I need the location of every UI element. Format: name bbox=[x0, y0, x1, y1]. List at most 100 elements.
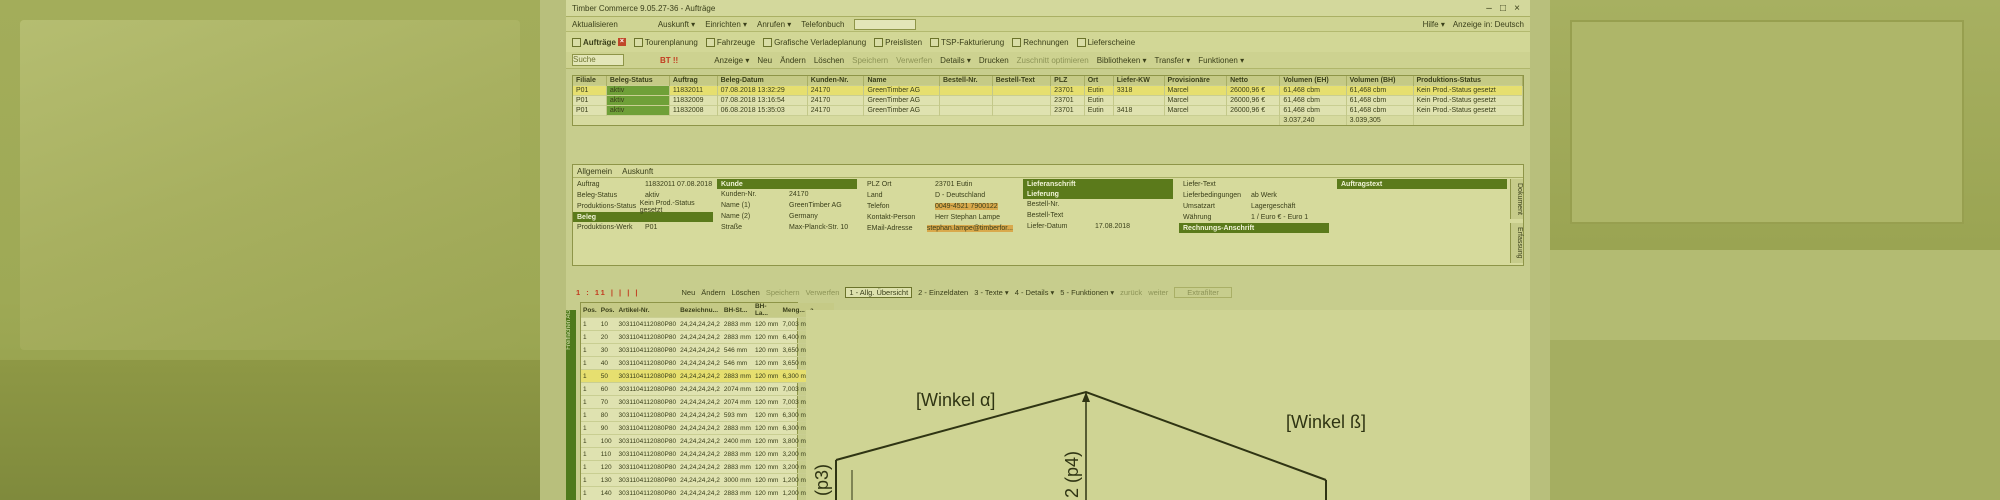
field-value[interactable]: Lagergeschäft bbox=[1251, 203, 1295, 210]
tab-rechnungen[interactable]: Rechnungen bbox=[1012, 37, 1069, 47]
positions-row[interactable]: 1 50 3031104112080P80 24,24,24,24,2 2883 mm 1… bbox=[581, 369, 834, 383]
tab-auftraege[interactable]: Aufträge × bbox=[572, 37, 626, 47]
toolbar-details[interactable]: Details ▾ bbox=[940, 56, 971, 65]
field-value[interactable]: Max-Planck-Str. 10 bbox=[789, 224, 848, 231]
positions-row[interactable]: 1 20 3031104112080P80 24,24,24,24,2 2883 mm 1… bbox=[581, 330, 834, 344]
field-value[interactable]: ab Werk bbox=[1251, 192, 1277, 199]
positions-row[interactable]: 1 80 3031104112080P80 24,24,24,24,2 593 mm 12… bbox=[581, 408, 834, 422]
toolbar-neu[interactable]: Neu bbox=[757, 56, 772, 65]
extra-filter-select[interactable]: Extrafilter bbox=[1174, 286, 1232, 298]
lieferanschrift-header[interactable]: Lieferanschrift bbox=[1023, 179, 1173, 189]
pos-tab-einzeldaten[interactable]: 2 - Einzeldaten bbox=[918, 288, 968, 297]
positions-row[interactable]: 1 140 3031104112080P80 24,24,24,24,2 2883 mm… bbox=[581, 486, 834, 499]
positions-col-header[interactable]: BH-La... bbox=[752, 303, 781, 318]
display-language-select[interactable]: Anzeige in: Deutsch bbox=[1453, 20, 1524, 29]
side-tab-dokument[interactable]: Dokument bbox=[1510, 179, 1523, 219]
tab-auskunft[interactable]: Auskunft bbox=[622, 167, 653, 176]
positions-row[interactable]: 1 110 3031104112080P80 24,24,24,24,2 2883 mm… bbox=[581, 447, 834, 461]
toolbar-funktionen[interactable]: Funktionen ▾ bbox=[1198, 56, 1244, 65]
toolbar-zuschnitt[interactable]: Zuschnitt optimieren bbox=[1017, 56, 1089, 65]
beleg-group-header[interactable]: Beleg bbox=[573, 212, 713, 222]
toolbar-speichern[interactable]: Speichern bbox=[852, 56, 888, 65]
field-value[interactable]: stephan.lampe@timberfor... bbox=[926, 225, 1013, 232]
menu-item-telefonbuch[interactable]: Telefonbuch bbox=[801, 20, 844, 29]
field-value[interactable]: 0049-4521 7900122 bbox=[935, 203, 998, 210]
positions-col-header[interactable]: Pos. bbox=[581, 303, 599, 318]
pos-forward-button[interactable]: weiter bbox=[1148, 288, 1168, 297]
help-menu[interactable]: Hilfe ▾ bbox=[1423, 20, 1445, 29]
pos-speichern[interactable]: Speichern bbox=[766, 288, 800, 297]
positions-col-header[interactable]: Pos. bbox=[598, 303, 617, 318]
field-value[interactable]: 24170 bbox=[789, 191, 808, 198]
field-value[interactable]: aktiv bbox=[645, 192, 659, 199]
positions-row[interactable]: 1 60 3031104112080P80 24,24,24,24,2 2074 mm 1… bbox=[581, 382, 834, 396]
toolbar-bibliotheken[interactable]: Bibliotheken ▾ bbox=[1097, 56, 1147, 65]
field-value[interactable]: 1 / Euro € - Euro 1 bbox=[1251, 214, 1308, 221]
field-value[interactable]: P01 bbox=[645, 224, 657, 231]
kunde-group-header[interactable]: Kunde bbox=[717, 179, 857, 189]
field-value[interactable]: 17.08.2018 bbox=[1095, 223, 1130, 230]
side-tab-erfassung[interactable]: Erfassung bbox=[1510, 223, 1523, 263]
menu-item-auskunft[interactable]: Auskunft ▾ bbox=[658, 20, 695, 29]
tab-tourenplanung[interactable]: Tourenplanung bbox=[633, 37, 698, 47]
auftragstext-header[interactable]: Auftragstext bbox=[1337, 179, 1507, 189]
orders-col-header[interactable]: Kunden-Nr. bbox=[807, 76, 865, 86]
pos-aendern[interactable]: Ändern bbox=[701, 288, 725, 297]
orders-row[interactable]: P01 aktiv 11832009 07.08.2018 13:16:54 24170… bbox=[573, 95, 1523, 106]
orders-col-header[interactable]: Bestell-Nr. bbox=[939, 76, 993, 86]
positions-col-header[interactable]: Bezeichnu... bbox=[678, 303, 722, 318]
pos-neu[interactable]: Neu bbox=[682, 288, 696, 297]
toolbar-transfer[interactable]: Transfer ▾ bbox=[1155, 56, 1191, 65]
lieferung-header[interactable]: Lieferung bbox=[1023, 189, 1173, 199]
close-button[interactable]: × bbox=[1510, 3, 1524, 14]
toolbar-aendern[interactable]: Ändern bbox=[780, 56, 806, 65]
orders-col-header[interactable]: Liefer-KW bbox=[1113, 76, 1165, 86]
orders-col-header[interactable]: Beleg-Datum bbox=[717, 76, 808, 86]
tab-allgemein[interactable]: Allgemein bbox=[577, 167, 612, 176]
field-value[interactable]: D - Deutschland bbox=[935, 192, 985, 199]
orders-col-header[interactable]: Volumen (EH) bbox=[1279, 76, 1347, 86]
menu-item-anrufen[interactable]: Anrufen ▾ bbox=[757, 20, 791, 29]
phonebook-input[interactable] bbox=[854, 18, 917, 30]
rechnungsanschrift-header[interactable]: Rechnungs-Anschrift bbox=[1179, 223, 1329, 233]
field-value[interactable]: 11832011 07.08.2018 bbox=[645, 181, 712, 188]
pos-tab-details[interactable]: 4 - Details ▾ bbox=[1015, 288, 1055, 297]
orders-col-header[interactable]: Provisionäre bbox=[1164, 76, 1228, 86]
pos-loeschen[interactable]: Löschen bbox=[731, 288, 759, 297]
orders-col-header[interactable]: Filiale bbox=[573, 76, 607, 86]
search-input[interactable]: Suche bbox=[572, 54, 624, 66]
orders-col-header[interactable]: Volumen (BH) bbox=[1346, 76, 1414, 86]
orders-col-header[interactable]: Name bbox=[863, 76, 940, 86]
field-value[interactable]: GreenTimber AG bbox=[789, 202, 842, 209]
toolbar-drucken[interactable]: Drucken bbox=[979, 56, 1009, 65]
orders-row[interactable]: P01 aktiv 11832008 06.08.2018 15:35:03 24170… bbox=[573, 105, 1523, 116]
positions-row[interactable]: 1 30 3031104112080P80 24,24,24,24,2 546 mm 12… bbox=[581, 343, 834, 357]
orders-col-header[interactable]: Netto bbox=[1226, 76, 1281, 86]
positions-row[interactable]: 1 130 3031104112080P80 24,24,24,24,2 3000 mm… bbox=[581, 473, 834, 487]
orders-col-header[interactable]: Bestell-Text bbox=[992, 76, 1052, 86]
orders-col-header[interactable]: Ort bbox=[1084, 76, 1114, 86]
menu-item-einrichten[interactable]: Einrichten ▾ bbox=[705, 20, 747, 29]
field-value[interactable]: Kein Prod.-Status gesetzt bbox=[640, 200, 713, 214]
pos-tab-uebersicht[interactable]: 1 - Allg. Übersicht bbox=[845, 286, 913, 298]
menu-item-refresh[interactable]: Aktualisieren bbox=[572, 20, 618, 29]
positions-row[interactable]: 1 120 3031104112080P80 24,24,24,24,2 2883 mm… bbox=[581, 460, 834, 474]
tab-fahrzeuge[interactable]: Fahrzeuge bbox=[705, 37, 755, 47]
positions-col-header[interactable]: Meng... bbox=[780, 303, 808, 318]
orders-col-header[interactable]: PLZ bbox=[1050, 76, 1085, 86]
positions-row[interactable]: 1 10 3031104112080P80 24,24,24,24,2 2883 mm 1… bbox=[581, 317, 834, 331]
positions-row[interactable]: 1 100 3031104112080P80 24,24,24,24,2 2400 mm… bbox=[581, 434, 834, 448]
pos-tab-texte[interactable]: 3 - Texte ▾ bbox=[974, 288, 1008, 297]
tab-verladeplanung[interactable]: Grafische Verladeplanung bbox=[763, 37, 866, 47]
positions-row[interactable]: 1 90 3031104112080P80 24,24,24,24,2 2883 mm 1… bbox=[581, 421, 834, 435]
toolbar-loeschen[interactable]: Löschen bbox=[814, 56, 844, 65]
tab-lieferscheine[interactable]: Lieferscheine bbox=[1076, 37, 1135, 47]
field-value[interactable]: 23701 Eutin bbox=[935, 181, 972, 188]
positions-col-header[interactable]: Artikel-Nr. bbox=[616, 303, 679, 318]
minimize-button[interactable]: – bbox=[1482, 3, 1496, 14]
maximize-button[interactable]: □ bbox=[1496, 3, 1510, 14]
orders-row[interactable]: P01 aktiv 11832011 07.08.2018 13:32:29 24170… bbox=[573, 85, 1523, 96]
orders-col-header[interactable]: Auftrag bbox=[669, 76, 718, 86]
positions-row[interactable]: 1 70 3031104112080P80 24,24,24,24,2 2074 mm 1… bbox=[581, 395, 834, 409]
tab-preislisten[interactable]: Preislisten bbox=[874, 37, 922, 47]
